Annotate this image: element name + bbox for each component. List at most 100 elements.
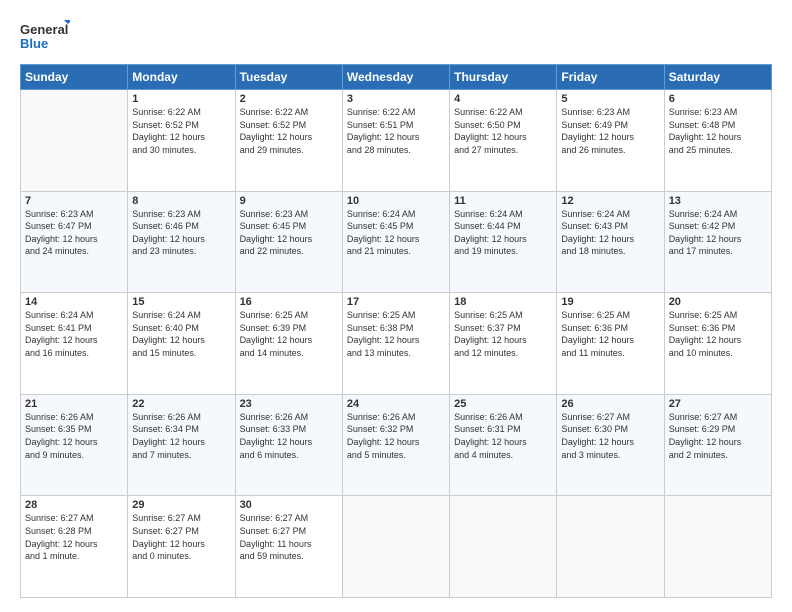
weekday-header: Saturday: [664, 65, 771, 90]
day-info: Sunrise: 6:25 AM Sunset: 6:38 PM Dayligh…: [347, 309, 445, 359]
calendar-cell: 1Sunrise: 6:22 AM Sunset: 6:52 PM Daylig…: [128, 90, 235, 192]
day-number: 27: [669, 398, 767, 410]
day-info: Sunrise: 6:25 AM Sunset: 6:36 PM Dayligh…: [669, 309, 767, 359]
calendar-cell: 2Sunrise: 6:22 AM Sunset: 6:52 PM Daylig…: [235, 90, 342, 192]
calendar-cell: 16Sunrise: 6:25 AM Sunset: 6:39 PM Dayli…: [235, 293, 342, 395]
day-number: 21: [25, 398, 123, 410]
calendar-cell: 23Sunrise: 6:26 AM Sunset: 6:33 PM Dayli…: [235, 394, 342, 496]
day-number: 30: [240, 499, 338, 511]
calendar-cell: 24Sunrise: 6:26 AM Sunset: 6:32 PM Dayli…: [342, 394, 449, 496]
svg-text:General: General: [20, 22, 68, 37]
calendar-cell: 7Sunrise: 6:23 AM Sunset: 6:47 PM Daylig…: [21, 191, 128, 293]
day-number: 2: [240, 93, 338, 105]
calendar-cell: [664, 496, 771, 598]
logo: General Blue: [20, 18, 70, 54]
svg-text:Blue: Blue: [20, 36, 48, 51]
calendar-cell: 14Sunrise: 6:24 AM Sunset: 6:41 PM Dayli…: [21, 293, 128, 395]
day-info: Sunrise: 6:23 AM Sunset: 6:47 PM Dayligh…: [25, 208, 123, 258]
calendar-cell: 17Sunrise: 6:25 AM Sunset: 6:38 PM Dayli…: [342, 293, 449, 395]
day-number: 14: [25, 296, 123, 308]
calendar-cell: 12Sunrise: 6:24 AM Sunset: 6:43 PM Dayli…: [557, 191, 664, 293]
calendar-cell: 30Sunrise: 6:27 AM Sunset: 6:27 PM Dayli…: [235, 496, 342, 598]
calendar-week-row: 14Sunrise: 6:24 AM Sunset: 6:41 PM Dayli…: [21, 293, 772, 395]
day-info: Sunrise: 6:25 AM Sunset: 6:36 PM Dayligh…: [561, 309, 659, 359]
day-info: Sunrise: 6:24 AM Sunset: 6:40 PM Dayligh…: [132, 309, 230, 359]
day-info: Sunrise: 6:25 AM Sunset: 6:37 PM Dayligh…: [454, 309, 552, 359]
weekday-header: Sunday: [21, 65, 128, 90]
calendar-cell: 15Sunrise: 6:24 AM Sunset: 6:40 PM Dayli…: [128, 293, 235, 395]
calendar-cell: 20Sunrise: 6:25 AM Sunset: 6:36 PM Dayli…: [664, 293, 771, 395]
calendar-cell: 22Sunrise: 6:26 AM Sunset: 6:34 PM Dayli…: [128, 394, 235, 496]
calendar-week-row: 21Sunrise: 6:26 AM Sunset: 6:35 PM Dayli…: [21, 394, 772, 496]
calendar-week-row: 7Sunrise: 6:23 AM Sunset: 6:47 PM Daylig…: [21, 191, 772, 293]
calendar-cell: 29Sunrise: 6:27 AM Sunset: 6:27 PM Dayli…: [128, 496, 235, 598]
weekday-header-row: SundayMondayTuesdayWednesdayThursdayFrid…: [21, 65, 772, 90]
day-number: 7: [25, 195, 123, 207]
day-info: Sunrise: 6:22 AM Sunset: 6:52 PM Dayligh…: [132, 106, 230, 156]
weekday-header: Monday: [128, 65, 235, 90]
day-number: 1: [132, 93, 230, 105]
calendar-cell: [21, 90, 128, 192]
day-number: 29: [132, 499, 230, 511]
day-info: Sunrise: 6:26 AM Sunset: 6:33 PM Dayligh…: [240, 411, 338, 461]
day-info: Sunrise: 6:22 AM Sunset: 6:50 PM Dayligh…: [454, 106, 552, 156]
day-number: 17: [347, 296, 445, 308]
day-number: 5: [561, 93, 659, 105]
day-info: Sunrise: 6:23 AM Sunset: 6:46 PM Dayligh…: [132, 208, 230, 258]
day-number: 10: [347, 195, 445, 207]
day-number: 25: [454, 398, 552, 410]
day-info: Sunrise: 6:24 AM Sunset: 6:42 PM Dayligh…: [669, 208, 767, 258]
day-number: 11: [454, 195, 552, 207]
day-number: 24: [347, 398, 445, 410]
day-number: 15: [132, 296, 230, 308]
day-number: 22: [132, 398, 230, 410]
calendar-cell: 4Sunrise: 6:22 AM Sunset: 6:50 PM Daylig…: [450, 90, 557, 192]
calendar-cell: 28Sunrise: 6:27 AM Sunset: 6:28 PM Dayli…: [21, 496, 128, 598]
calendar-cell: 26Sunrise: 6:27 AM Sunset: 6:30 PM Dayli…: [557, 394, 664, 496]
day-number: 13: [669, 195, 767, 207]
calendar-cell: 19Sunrise: 6:25 AM Sunset: 6:36 PM Dayli…: [557, 293, 664, 395]
day-number: 19: [561, 296, 659, 308]
day-info: Sunrise: 6:26 AM Sunset: 6:35 PM Dayligh…: [25, 411, 123, 461]
calendar-cell: 25Sunrise: 6:26 AM Sunset: 6:31 PM Dayli…: [450, 394, 557, 496]
calendar-table: SundayMondayTuesdayWednesdayThursdayFrid…: [20, 64, 772, 598]
day-number: 16: [240, 296, 338, 308]
day-info: Sunrise: 6:24 AM Sunset: 6:45 PM Dayligh…: [347, 208, 445, 258]
calendar-cell: [342, 496, 449, 598]
day-number: 8: [132, 195, 230, 207]
calendar-cell: 10Sunrise: 6:24 AM Sunset: 6:45 PM Dayli…: [342, 191, 449, 293]
calendar-cell: 5Sunrise: 6:23 AM Sunset: 6:49 PM Daylig…: [557, 90, 664, 192]
weekday-header: Thursday: [450, 65, 557, 90]
weekday-header: Wednesday: [342, 65, 449, 90]
calendar-cell: [557, 496, 664, 598]
calendar-cell: 18Sunrise: 6:25 AM Sunset: 6:37 PM Dayli…: [450, 293, 557, 395]
weekday-header: Friday: [557, 65, 664, 90]
day-number: 12: [561, 195, 659, 207]
calendar-cell: 11Sunrise: 6:24 AM Sunset: 6:44 PM Dayli…: [450, 191, 557, 293]
day-info: Sunrise: 6:27 AM Sunset: 6:27 PM Dayligh…: [240, 512, 338, 562]
day-info: Sunrise: 6:26 AM Sunset: 6:32 PM Dayligh…: [347, 411, 445, 461]
weekday-header: Tuesday: [235, 65, 342, 90]
calendar-cell: 21Sunrise: 6:26 AM Sunset: 6:35 PM Dayli…: [21, 394, 128, 496]
day-info: Sunrise: 6:27 AM Sunset: 6:27 PM Dayligh…: [132, 512, 230, 562]
calendar-cell: 9Sunrise: 6:23 AM Sunset: 6:45 PM Daylig…: [235, 191, 342, 293]
day-number: 28: [25, 499, 123, 511]
day-number: 6: [669, 93, 767, 105]
page: General Blue SundayMondayTuesdayWednesda…: [0, 0, 792, 612]
day-info: Sunrise: 6:27 AM Sunset: 6:29 PM Dayligh…: [669, 411, 767, 461]
day-number: 4: [454, 93, 552, 105]
calendar-cell: 6Sunrise: 6:23 AM Sunset: 6:48 PM Daylig…: [664, 90, 771, 192]
calendar-cell: 27Sunrise: 6:27 AM Sunset: 6:29 PM Dayli…: [664, 394, 771, 496]
calendar-cell: 13Sunrise: 6:24 AM Sunset: 6:42 PM Dayli…: [664, 191, 771, 293]
calendar-cell: [450, 496, 557, 598]
day-info: Sunrise: 6:27 AM Sunset: 6:28 PM Dayligh…: [25, 512, 123, 562]
day-info: Sunrise: 6:27 AM Sunset: 6:30 PM Dayligh…: [561, 411, 659, 461]
day-info: Sunrise: 6:24 AM Sunset: 6:43 PM Dayligh…: [561, 208, 659, 258]
day-number: 18: [454, 296, 552, 308]
calendar-cell: 8Sunrise: 6:23 AM Sunset: 6:46 PM Daylig…: [128, 191, 235, 293]
header: General Blue: [20, 18, 772, 54]
logo-svg: General Blue: [20, 18, 70, 54]
day-number: 20: [669, 296, 767, 308]
day-info: Sunrise: 6:23 AM Sunset: 6:45 PM Dayligh…: [240, 208, 338, 258]
day-number: 3: [347, 93, 445, 105]
